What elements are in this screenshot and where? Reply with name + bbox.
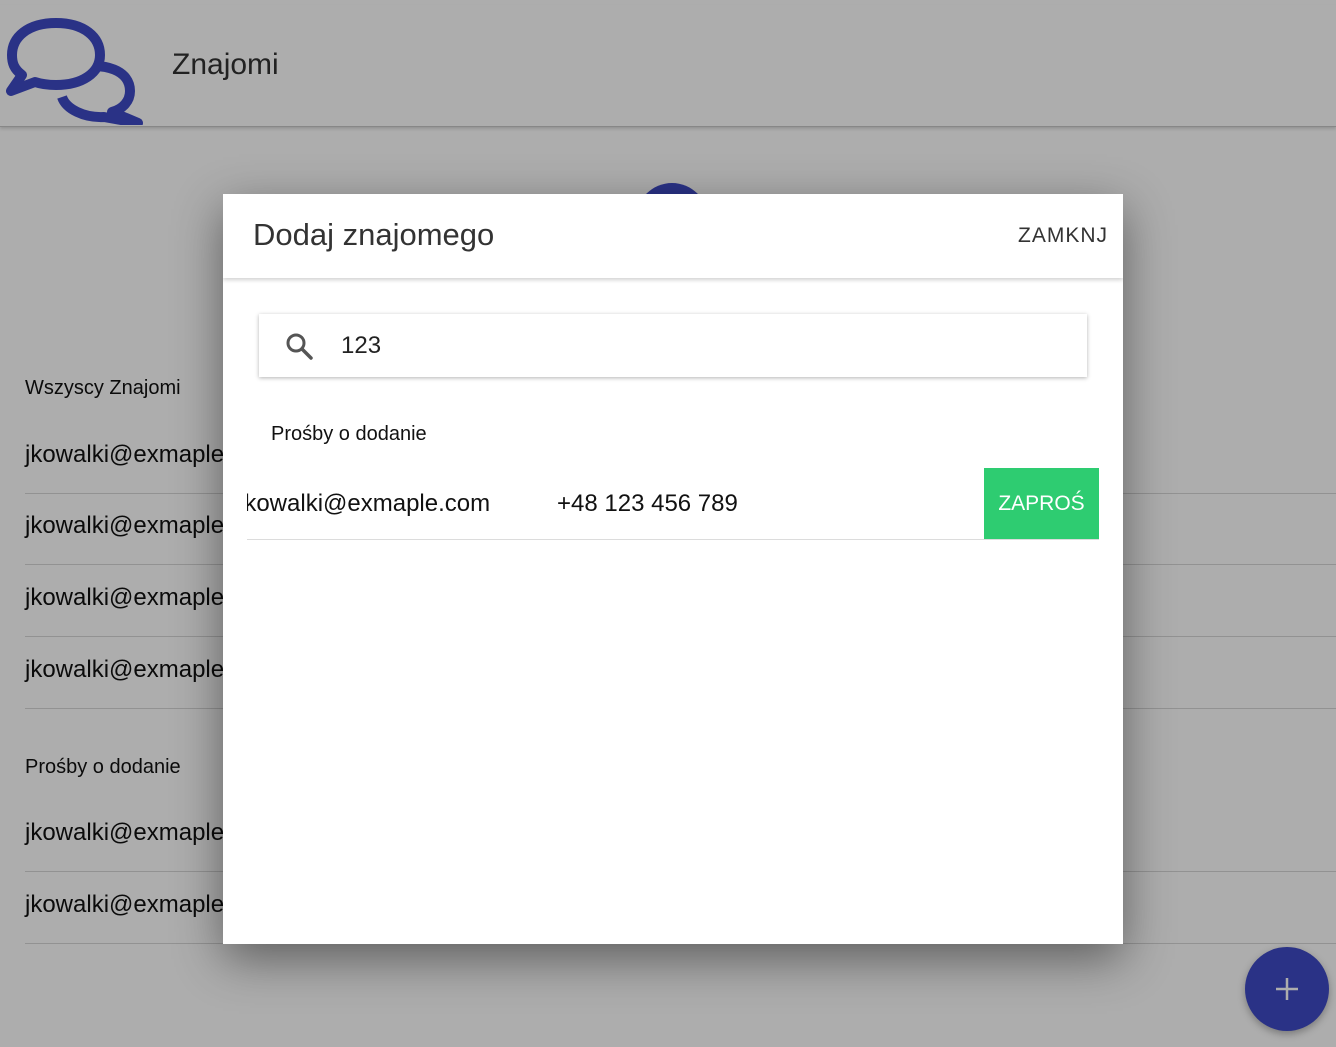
search-input[interactable] (341, 326, 1061, 366)
dialog-title: Dodaj znajomego (253, 217, 495, 252)
result-email: jkowalki@exmaple.com (247, 490, 491, 517)
search-bar[interactable] (259, 314, 1087, 377)
add-friend-dialog: Dodaj znajomego ZAMKNJ Prośby o dodanie … (223, 194, 1123, 944)
dialog-header: Dodaj znajomego ZAMKNJ (223, 194, 1123, 278)
result-phone: +48 123 456 789 (557, 490, 738, 517)
search-result-row: jkowalki@exmaple.com +48 123 456 789 ZAP… (247, 468, 1099, 540)
search-icon (286, 333, 313, 360)
close-button[interactable]: ZAMKNJ (998, 214, 1108, 258)
invite-button[interactable]: ZAPROŚ (984, 468, 1099, 539)
dialog-requests-heading: Prośby o dodanie (271, 423, 427, 445)
